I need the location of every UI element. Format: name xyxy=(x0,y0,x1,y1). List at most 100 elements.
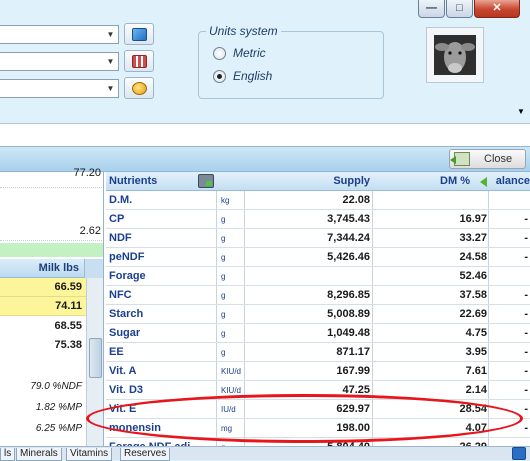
table-row[interactable]: Starch g 5,008.89 22.69 - xyxy=(106,305,530,324)
nutrient-unit: g xyxy=(221,234,226,243)
table-row[interactable]: CP g 3,745.43 16.97 - xyxy=(106,210,530,229)
milk-row: 66.59 xyxy=(0,278,86,297)
edit-button-1[interactable] xyxy=(124,23,154,45)
supply-value: 167.99 xyxy=(336,365,370,377)
tab-vitamins[interactable]: Vitamins xyxy=(66,448,113,461)
radio-button[interactable] xyxy=(213,46,226,60)
dm-value: 37.58 xyxy=(459,289,487,301)
dm-value: 52.46 xyxy=(459,270,487,282)
nutrient-name: Vit. E xyxy=(109,403,137,415)
edit-button-2[interactable] xyxy=(124,50,154,72)
table-row[interactable]: Forage g 52.46 xyxy=(106,267,530,286)
left-scrollbar[interactable] xyxy=(86,278,104,446)
supply-value: 629.97 xyxy=(336,403,370,415)
supply-value: 47.25 xyxy=(342,384,370,396)
table-row[interactable]: D.M. kg 22.08 xyxy=(106,191,530,210)
table-row[interactable]: NFC g 8,296.85 37.58 - xyxy=(106,286,530,305)
grid-icon xyxy=(131,54,147,68)
dm-value: 7.61 xyxy=(465,365,487,377)
panel-divider xyxy=(103,172,104,460)
balance-value: - xyxy=(524,384,528,396)
dropdown-arrow-icon[interactable]: ▼ xyxy=(517,107,525,116)
balance-value: - xyxy=(524,327,528,339)
nutrient-unit: mg xyxy=(221,424,233,433)
monitor-icon[interactable] xyxy=(198,174,214,188)
tab-ls[interactable]: ls xyxy=(0,448,16,461)
tab-reserves[interactable]: Reserves xyxy=(120,448,171,461)
balance-value: - xyxy=(524,422,528,434)
balance-value: - xyxy=(524,251,528,263)
dm-value: 24.58 xyxy=(459,251,487,263)
folder-icon xyxy=(131,27,147,41)
resize-grip[interactable] xyxy=(512,447,526,460)
divider xyxy=(0,187,104,188)
chevron-down-icon: ▼ xyxy=(106,84,115,93)
radio-label: English xyxy=(233,69,273,83)
edit-button-3[interactable] xyxy=(124,77,154,99)
animal-picture xyxy=(426,27,484,83)
table-row[interactable]: Vit. E IU/d 629.97 28.54 - xyxy=(106,400,530,419)
radio-button[interactable] xyxy=(213,69,226,83)
table-row[interactable]: NDF g 7,344.24 33.27 - xyxy=(106,229,530,248)
balance-header[interactable]: alance xyxy=(496,175,530,187)
dm-value: 22.69 xyxy=(459,308,487,320)
nutrient-name: NDF xyxy=(109,232,132,244)
scroll-thumb[interactable] xyxy=(89,338,102,378)
milk-row: 74.11 xyxy=(0,297,86,316)
close-button[interactable]: Close xyxy=(449,149,526,169)
pct-row: 6.25 %MP xyxy=(35,423,82,434)
combo-2[interactable]: ▼ xyxy=(0,52,119,71)
divider xyxy=(0,240,104,241)
exit-icon xyxy=(450,152,470,166)
supply-value: 5,008.89 xyxy=(327,308,370,320)
table-row[interactable]: peNDF g 5,426.46 24.58 - xyxy=(106,248,530,267)
nutrient-unit: g xyxy=(221,291,226,300)
window-controls: — □ ✕ xyxy=(418,0,528,20)
nutrient-name: Sugar xyxy=(109,327,141,339)
dm-value: 16.97 xyxy=(459,213,487,225)
table-row[interactable]: Vit. A KIU/d 167.99 7.61 - xyxy=(106,362,530,381)
balance-value: - xyxy=(524,308,528,320)
supply-value: 7,344.24 xyxy=(327,232,370,244)
pct-row: 1.82 %MP xyxy=(35,402,82,413)
combo-1[interactable]: ▼ xyxy=(0,25,119,44)
balance-value: - xyxy=(524,213,528,225)
coins-icon xyxy=(131,81,147,95)
milk-column-header[interactable]: Milk lbs xyxy=(0,259,104,278)
units-system-legend: Units system xyxy=(206,24,281,38)
balance-value: - xyxy=(524,232,528,244)
nutrients-header[interactable]: Nutrients xyxy=(109,175,157,187)
table-row[interactable]: monensin mg 198.00 4.07 - xyxy=(106,419,530,438)
table-row[interactable]: Vit. D3 KIU/d 47.25 2.14 - xyxy=(106,381,530,400)
supply-header[interactable]: Supply xyxy=(333,175,370,187)
chevron-down-icon: ▼ xyxy=(106,57,115,66)
close-button-label: Close xyxy=(484,153,513,165)
balance-value: - xyxy=(524,403,528,415)
dm-value: 28.54 xyxy=(459,403,487,415)
supply-value: 5,426.46 xyxy=(327,251,370,263)
close-window-button[interactable]: ✕ xyxy=(474,0,520,18)
supply-value: 1,049.48 xyxy=(327,327,370,339)
radio-label: Metric xyxy=(233,46,266,60)
radio-metric[interactable]: Metric xyxy=(213,46,266,60)
dm-value: 3.95 xyxy=(465,346,487,358)
dm-value: 4.07 xyxy=(465,422,487,434)
dm-value: 2.14 xyxy=(465,384,487,396)
minimize-button[interactable]: — xyxy=(418,0,445,18)
supply-value: 198.00 xyxy=(336,422,370,434)
table-row[interactable]: EE g 871.17 3.95 - xyxy=(106,343,530,362)
supply-value: 871.17 xyxy=(336,346,370,358)
radio-english[interactable]: English xyxy=(213,69,272,83)
nutrient-name: Starch xyxy=(109,308,144,320)
dm-value: 4.75 xyxy=(465,327,487,339)
table-row[interactable]: Sugar g 1,049.48 4.75 - xyxy=(106,324,530,343)
maximize-button[interactable]: □ xyxy=(446,0,473,18)
nutrient-unit: g xyxy=(221,253,226,262)
supply-value: 22.08 xyxy=(342,194,370,206)
arrow-left-icon[interactable] xyxy=(480,177,487,187)
dm-header[interactable]: DM % xyxy=(440,175,470,187)
units-system-group: Units system Metric English xyxy=(198,24,384,99)
nutrient-name: Vit. A xyxy=(109,365,137,377)
combo-3[interactable]: ▼ xyxy=(0,79,119,98)
tab-minerals[interactable]: Minerals xyxy=(16,448,62,461)
